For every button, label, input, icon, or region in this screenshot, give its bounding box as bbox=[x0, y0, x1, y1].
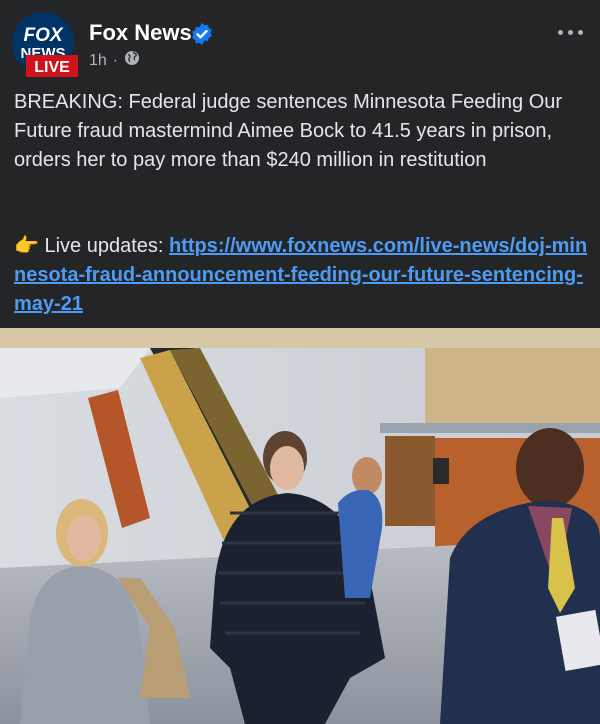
page-avatar[interactable]: FOX NEWS LIVE bbox=[10, 11, 78, 77]
post-header: FOX NEWS LIVE Fox News 1h · bbox=[0, 0, 600, 80]
verified-badge-icon bbox=[190, 22, 214, 46]
page-name[interactable]: Fox News bbox=[89, 20, 192, 46]
live-updates: 👉 Live updates: https://www.foxnews.com/… bbox=[14, 232, 589, 319]
avatar-live-text: LIVE bbox=[34, 59, 70, 76]
post-photo[interactable] bbox=[0, 328, 600, 724]
post-meta: 1h · bbox=[89, 50, 140, 71]
pointing-hand-icon: 👉 bbox=[14, 235, 39, 257]
courthouse-photo bbox=[0, 328, 600, 724]
avatar-fox-text: FOX bbox=[23, 25, 63, 46]
globe-icon bbox=[124, 50, 140, 71]
live-updates-label: Live updates: bbox=[44, 235, 164, 257]
post-time[interactable]: 1h bbox=[89, 52, 107, 70]
post-body: BREAKING: Federal judge sentences Minnes… bbox=[14, 88, 584, 175]
more-options-icon[interactable] bbox=[552, 22, 588, 42]
post-body-text: BREAKING: Federal judge sentences Minnes… bbox=[14, 91, 563, 171]
meta-separator: · bbox=[112, 51, 119, 69]
